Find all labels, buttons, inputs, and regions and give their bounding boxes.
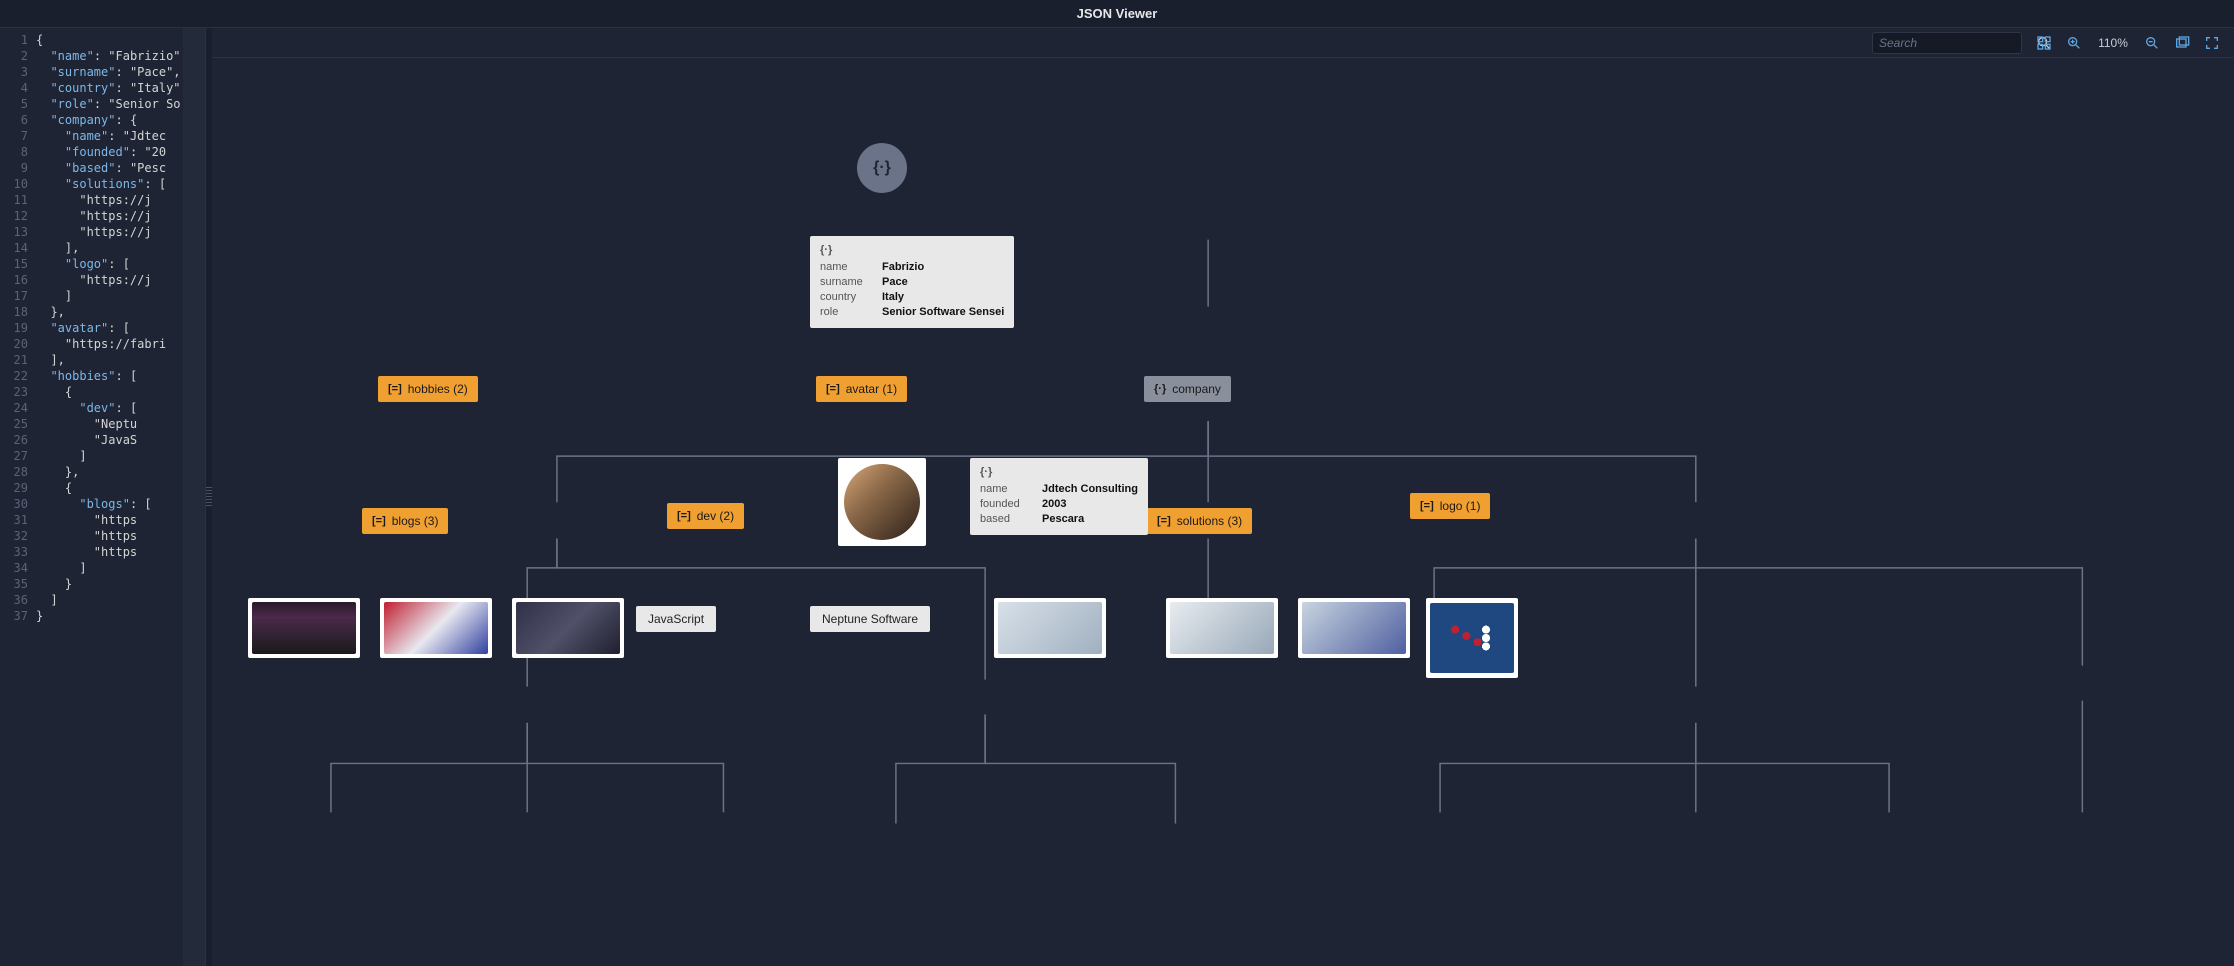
viewer-pane: 110% (212, 28, 2234, 966)
line-gutter: 1234567891011121314151617181920212223242… (0, 28, 36, 966)
root-node[interactable]: {·} (857, 143, 907, 193)
thumbnail-image (1302, 602, 1406, 654)
avatar-image-node[interactable] (838, 458, 926, 546)
braces-icon: {·} (980, 466, 1138, 478)
company-object-node[interactable]: {·} nameJdtech Consulting founded2003 ba… (970, 458, 1148, 535)
avatar-image (844, 464, 920, 540)
thumbnail-image (1170, 602, 1274, 654)
solution-thumb-2[interactable] (1166, 598, 1278, 658)
blog-thumb-1[interactable] (248, 598, 360, 658)
thumbnail-image (252, 602, 356, 654)
dev-node[interactable]: [=] dev (2) (667, 503, 744, 529)
hobbies-node[interactable]: [=] hobbies (2) (378, 376, 478, 402)
viewer-toolbar: 110% (212, 28, 2234, 58)
avatar-node[interactable]: [=] avatar (1) (816, 376, 907, 402)
company-node[interactable]: {·} company (1144, 376, 1231, 402)
app-title: JSON Viewer (1077, 6, 1158, 21)
zoom-out-icon[interactable] (2144, 35, 2160, 51)
braces-icon: {·} (1154, 383, 1166, 395)
tree-canvas[interactable]: {·} {·} nameFabrizio surnamePace country… (212, 58, 2234, 966)
logo-image-node[interactable] (1426, 598, 1518, 678)
fullscreen-icon[interactable] (2204, 35, 2220, 51)
array-icon: [=] (388, 383, 402, 395)
blog-thumb-3[interactable] (512, 598, 624, 658)
array-icon: [=] (1157, 515, 1171, 527)
solutions-node[interactable]: [=] solutions (3) (1147, 508, 1252, 534)
solution-thumb-1[interactable] (994, 598, 1106, 658)
thumbnail-image (998, 602, 1102, 654)
leaf-javascript[interactable]: JavaScript (636, 606, 716, 632)
array-icon: [=] (826, 383, 840, 395)
search-input[interactable] (1879, 36, 2036, 50)
zoom-in-icon[interactable] (2066, 35, 2082, 51)
array-icon: [=] (677, 510, 691, 522)
array-icon: [=] (372, 515, 386, 527)
fit-icon[interactable] (2174, 35, 2190, 51)
braces-icon: {·} (873, 159, 891, 177)
leaf-neptune[interactable]: Neptune Software (810, 606, 930, 632)
logo-node[interactable]: [=] logo (1) (1410, 493, 1490, 519)
logo-image (1430, 603, 1514, 673)
editor-pane[interactable]: 1234567891011121314151617181920212223242… (0, 28, 206, 966)
thumbnail-image (384, 602, 488, 654)
main-area: 1234567891011121314151617181920212223242… (0, 28, 2234, 966)
thumbnail-image (516, 602, 620, 654)
minimap[interactable] (183, 28, 205, 966)
braces-icon: {·} (820, 244, 1004, 256)
blog-thumb-2[interactable] (380, 598, 492, 658)
search-box[interactable] (1872, 32, 2022, 54)
main-object-node[interactable]: {·} nameFabrizio surnamePace countryItal… (810, 236, 1014, 328)
app-root: JSON Viewer 1234567891011121314151617181… (0, 0, 2234, 966)
blogs-node[interactable]: [=] blogs (3) (362, 508, 448, 534)
code-area[interactable]: { "name": "Fabrizio" "surname": "Pace", … (36, 28, 183, 966)
array-icon: [=] (1420, 500, 1434, 512)
grid-view-icon[interactable] (2036, 35, 2052, 51)
title-bar: JSON Viewer (0, 0, 2234, 28)
zoom-percent: 110% (2096, 36, 2130, 50)
solution-thumb-3[interactable] (1298, 598, 1410, 658)
